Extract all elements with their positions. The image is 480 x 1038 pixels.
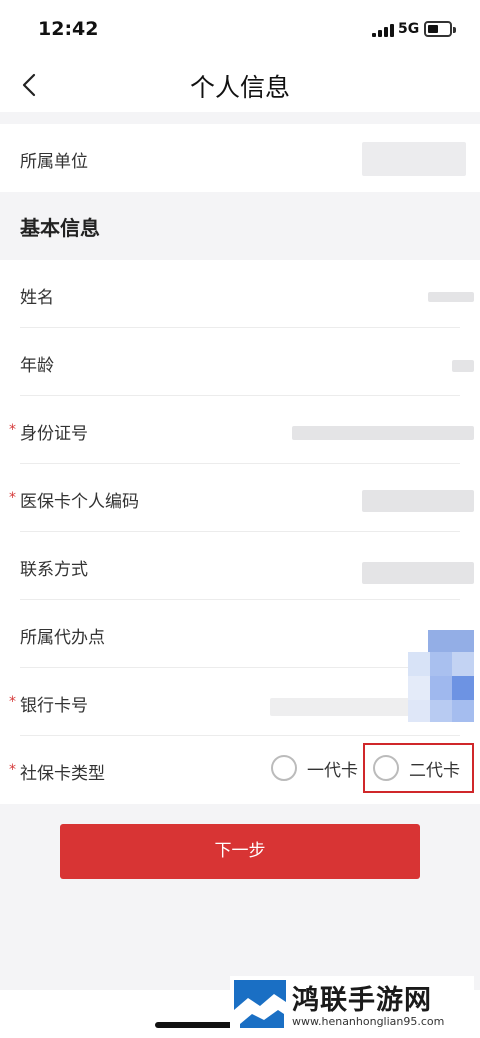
org-row[interactable]: 所属单位 bbox=[0, 124, 480, 192]
required-mark: * bbox=[9, 490, 16, 506]
org-value bbox=[362, 142, 466, 176]
field-label: 医保卡个人编码 bbox=[20, 492, 139, 512]
required-mark: * bbox=[9, 422, 16, 438]
blurred-value bbox=[408, 630, 474, 722]
field-row-name[interactable]: 姓名 bbox=[0, 260, 480, 328]
highlight-box bbox=[363, 743, 474, 793]
field-label: 年龄 bbox=[20, 356, 54, 376]
signal-icon bbox=[372, 24, 394, 37]
required-mark: * bbox=[9, 694, 16, 710]
nav-bar: 个人信息 bbox=[0, 60, 480, 112]
field-value bbox=[428, 292, 474, 302]
org-label: 所属单位 bbox=[20, 152, 88, 172]
field-label: 银行卡号 bbox=[20, 696, 88, 716]
status-bar: 12:42 5G bbox=[0, 0, 480, 60]
watermark: 鸿联手游网 www.henanhonglian95.com bbox=[230, 976, 474, 1034]
field-row-id[interactable]: * 身份证号 bbox=[0, 396, 480, 464]
battery-icon bbox=[424, 21, 456, 37]
field-value bbox=[362, 562, 474, 584]
field-value bbox=[452, 360, 474, 372]
network-label: 5G bbox=[398, 21, 420, 37]
field-row-age[interactable]: 年龄 bbox=[0, 328, 480, 396]
radio-circle-icon[interactable] bbox=[271, 755, 297, 781]
back-button[interactable] bbox=[16, 68, 46, 102]
watermark-logo-icon bbox=[234, 980, 286, 1030]
field-value bbox=[362, 490, 474, 512]
next-step-button[interactable]: 下一步 bbox=[60, 824, 420, 879]
card-type-label: 社保卡类型 bbox=[20, 764, 105, 784]
field-label: 所属代办点 bbox=[20, 628, 105, 648]
required-mark: * bbox=[9, 762, 16, 778]
option-label: 一代卡 bbox=[307, 760, 358, 781]
page-title: 个人信息 bbox=[189, 73, 290, 102]
field-row-contact[interactable]: 联系方式 bbox=[0, 532, 480, 600]
field-row-insurance-code[interactable]: * 医保卡个人编码 bbox=[0, 464, 480, 532]
chevron-left-icon bbox=[22, 73, 36, 97]
watermark-url: www.henanhonglian95.com bbox=[292, 1015, 445, 1028]
field-value bbox=[292, 426, 474, 440]
field-label: 联系方式 bbox=[20, 560, 88, 580]
watermark-name: 鸿联手游网 bbox=[292, 985, 432, 1016]
section-title: 基本信息 bbox=[20, 216, 100, 240]
status-time: 12:42 bbox=[38, 18, 99, 40]
card-type-option-first-gen[interactable]: 一代卡 bbox=[271, 755, 358, 781]
field-label: 姓名 bbox=[20, 288, 54, 308]
field-value bbox=[270, 698, 410, 716]
section-header: 基本信息 bbox=[0, 192, 480, 260]
field-label: 身份证号 bbox=[20, 424, 88, 444]
